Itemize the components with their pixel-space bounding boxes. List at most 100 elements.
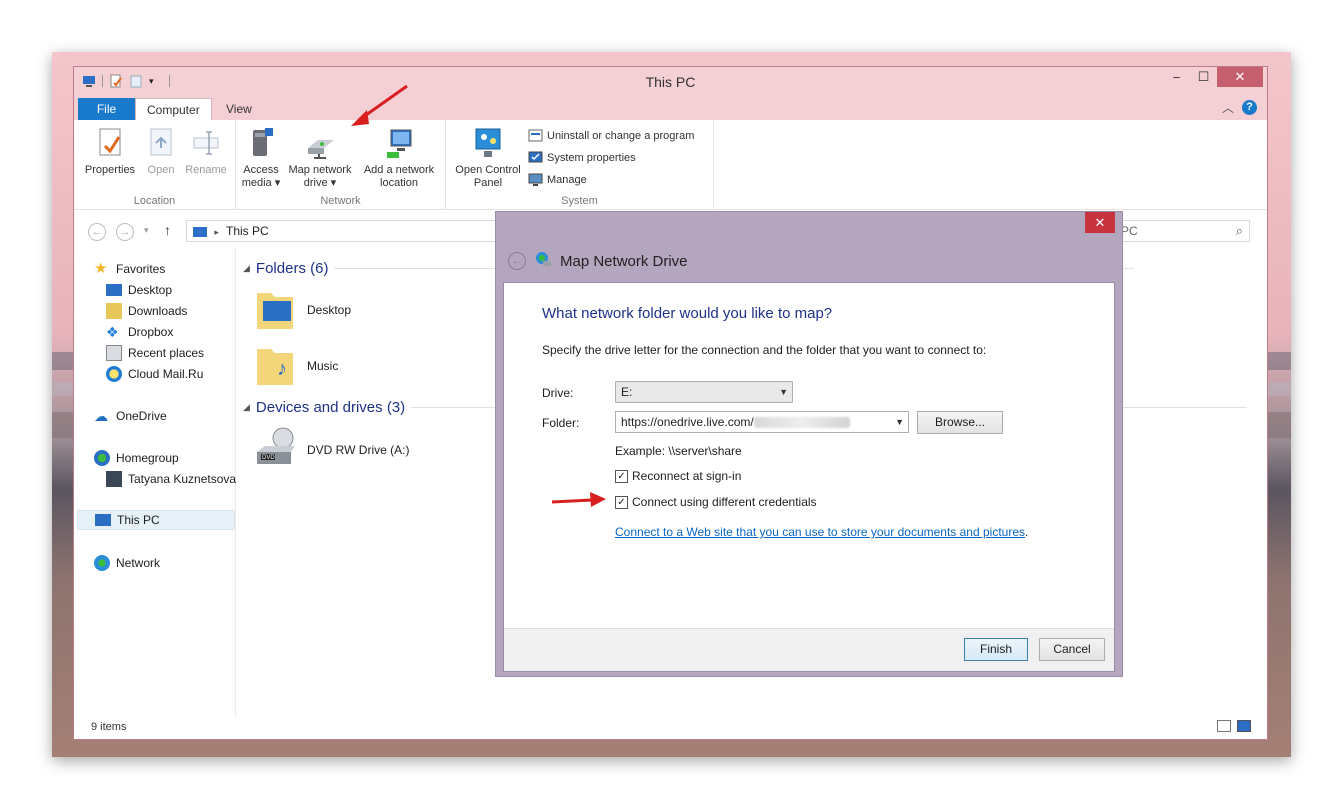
group-location: Properties Open Rename Location: [74, 120, 236, 210]
dialog-header: ← Map Network Drive: [508, 250, 688, 272]
uninstall-program-button[interactable]: Uninstall or change a program: [528, 128, 694, 143]
help-icon[interactable]: ?: [1242, 100, 1257, 115]
network-icon: [94, 555, 110, 571]
dialog-footer: Finish Cancel: [504, 628, 1114, 671]
annotation-arrow-credentials: [551, 492, 606, 507]
navigation-pane: ★ Favorites Desktop Downloads ❖ Dropbox …: [74, 248, 236, 718]
folder-desktop[interactable]: Desktop: [255, 285, 351, 334]
nav-dropbox[interactable]: ❖ Dropbox: [106, 322, 173, 342]
breadcrumb-separator-icon: ▸: [214, 227, 219, 237]
music-folder-icon: ♪: [255, 341, 295, 390]
dialog-close-button[interactable]: ✕: [1085, 212, 1115, 233]
title-bar[interactable]: ▾ This PC − ☐ ✕: [74, 67, 1267, 96]
programs-icon: [528, 128, 543, 143]
folder-music[interactable]: ♪ Music: [255, 341, 338, 390]
rename-icon: [190, 126, 222, 160]
tab-computer[interactable]: Computer: [135, 98, 212, 120]
collapse-ribbon-icon[interactable]: ︿: [1222, 99, 1234, 116]
folder-example: Example: \\server\share: [615, 444, 742, 458]
window-title: This PC: [645, 74, 696, 90]
nav-recent-places[interactable]: Recent places: [106, 343, 204, 363]
dialog-title: Map Network Drive: [560, 252, 688, 270]
downloads-icon: [106, 303, 122, 319]
system-properties-icon: [528, 150, 543, 165]
computer-management-icon: [528, 172, 543, 187]
tab-file[interactable]: File: [78, 98, 135, 120]
network-drive-icon: [304, 126, 336, 160]
address-field[interactable]: ▸ This PC: [186, 220, 498, 242]
item-count: 9 items: [91, 721, 127, 733]
nav-favorites[interactable]: ★ Favorites: [94, 259, 165, 279]
nav-onedrive[interactable]: ☁ OneDrive: [94, 406, 167, 426]
open-icon: [145, 126, 177, 160]
browse-button[interactable]: Browse...: [917, 411, 1003, 434]
details-view-icon[interactable]: [1217, 720, 1231, 732]
tab-view[interactable]: View: [215, 98, 263, 120]
back-button[interactable]: ←: [88, 223, 106, 241]
media-server-icon: [245, 126, 277, 160]
properties-button[interactable]: Properties: [82, 126, 138, 177]
annotation-arrow-map-drive: [351, 84, 408, 126]
forward-button[interactable]: →: [116, 223, 134, 241]
back-arrow-icon[interactable]: ←: [508, 252, 526, 270]
checkbox-reconnect[interactable]: ✓: [615, 469, 628, 483]
properties-icon: [94, 126, 126, 160]
search-input[interactable]: PC ⌕: [1116, 220, 1250, 242]
dialog-body: What network folder would you like to ma…: [503, 282, 1115, 672]
nav-downloads[interactable]: Downloads: [106, 301, 187, 321]
dialog-question: What network folder would you like to ma…: [542, 305, 833, 322]
this-pc-icon: [95, 514, 111, 526]
drive-select[interactable]: E: ▼: [615, 381, 793, 403]
reconnect-checkbox[interactable]: ✓ Reconnect at sign-in: [615, 469, 741, 483]
large-icons-view-icon[interactable]: [1237, 720, 1251, 732]
nav-desktop[interactable]: Desktop: [106, 280, 172, 300]
nav-homegroup[interactable]: Homegroup: [94, 448, 179, 468]
web-site-link[interactable]: Connect to a Web site that you can use t…: [615, 525, 1028, 539]
maximize-button[interactable]: ☐: [1190, 67, 1217, 87]
credentials-checkbox[interactable]: ✓ Connect using different credentials: [615, 495, 817, 509]
minimize-button[interactable]: −: [1163, 67, 1190, 87]
system-properties-button[interactable]: System properties: [528, 150, 636, 165]
nav-network[interactable]: Network: [94, 553, 160, 573]
drive-label: Drive:: [542, 386, 574, 400]
up-button[interactable]: ↑: [164, 222, 171, 238]
network-drive-icon: [534, 250, 552, 272]
group-label-location: Location: [133, 195, 176, 207]
ribbon-tabs: File Computer View ︿ ?: [74, 96, 1267, 120]
manage-button[interactable]: Manage: [528, 172, 587, 187]
cancel-button[interactable]: Cancel: [1039, 638, 1105, 661]
group-label-network: Network: [320, 195, 361, 207]
status-bar: 9 items: [74, 715, 1267, 739]
group-system: Open Control Panel Uninstall or change a…: [446, 120, 714, 210]
folder-label: Folder:: [542, 416, 580, 430]
control-panel-icon: [472, 126, 504, 160]
search-icon[interactable]: ⌕: [1236, 221, 1243, 241]
cloud-mail-icon: [106, 366, 122, 382]
open-button[interactable]: Open: [142, 126, 180, 177]
nav-this-pc[interactable]: This PC: [77, 510, 235, 530]
collapse-icon[interactable]: ◢: [243, 263, 250, 274]
nav-cloud-mail[interactable]: Cloud Mail.Ru: [106, 364, 203, 384]
nav-user[interactable]: Tatyana Kuznetsova: [106, 469, 236, 489]
svg-text:♪: ♪: [277, 358, 287, 380]
open-control-panel-button[interactable]: Open Control Panel: [450, 126, 526, 190]
onedrive-icon: ☁: [94, 408, 108, 424]
close-button[interactable]: ✕: [1217, 67, 1263, 87]
access-media-button[interactable]: Access media ▾: [240, 126, 282, 190]
drive-dvd[interactable]: DVD DVD RW Drive (A:): [255, 426, 409, 473]
dialog-description: Specify the drive letter for the connect…: [542, 343, 987, 357]
dropbox-icon: ❖: [106, 324, 119, 340]
recent-locations-icon[interactable]: ▾: [144, 225, 149, 236]
finish-button[interactable]: Finish: [964, 638, 1028, 661]
checkbox-credentials[interactable]: ✓: [615, 495, 628, 509]
star-icon: ★: [94, 260, 108, 277]
folder-input[interactable]: https://onedrive.live.com/ ▼: [615, 411, 909, 433]
chevron-down-icon: ▼: [779, 387, 788, 397]
desktop-icon: [106, 284, 122, 296]
collapse-icon[interactable]: ◢: [243, 402, 250, 413]
rename-button[interactable]: Rename: [182, 126, 230, 177]
recent-places-icon: [106, 345, 122, 361]
homegroup-icon: [94, 450, 110, 466]
breadcrumb-this-pc[interactable]: This PC: [226, 224, 269, 238]
user-avatar-icon: [106, 471, 122, 487]
